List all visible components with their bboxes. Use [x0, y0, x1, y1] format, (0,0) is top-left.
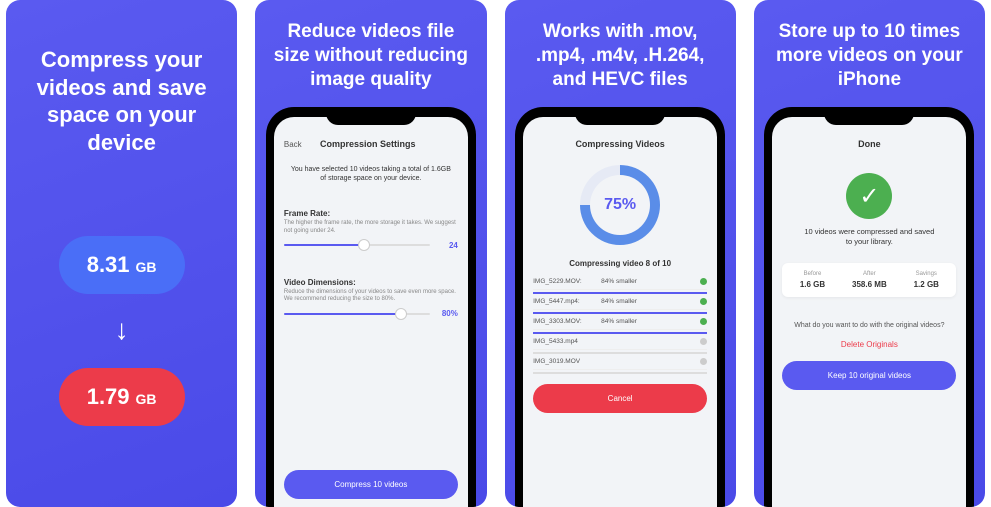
row-filename: IMG_3019.MOV [533, 358, 597, 365]
cancel-button[interactable]: Cancel [533, 384, 707, 413]
progress-ring-wrap: 75% [533, 165, 707, 245]
compression-row: IMG_3019.MOV [533, 354, 707, 370]
compression-row: IMG_5433.mp4 [533, 334, 707, 350]
headline-3: Works with .mov, .mp4, .m4v, .H.264, and… [505, 0, 736, 101]
phone-screen-4: Done ✓ 10 videos were compressed and sav… [772, 117, 966, 507]
prompt-text: What do you want to do with the original… [782, 321, 956, 330]
phone-notch [824, 107, 914, 125]
navbar: Done [782, 139, 956, 149]
phone-notch [575, 107, 665, 125]
progress-ring: 75% [580, 165, 660, 245]
headline-2: Reduce videos file size without reducing… [255, 0, 486, 101]
intro-text: You have selected 10 videos taking a tot… [284, 159, 458, 195]
phone-mockup-2: Back Compression Settings You have selec… [266, 107, 476, 507]
stat-after-label: After [852, 271, 887, 277]
dimensions-value: 80% [436, 309, 458, 318]
dimensions-hint: Reduce the dimensions of your videos to … [284, 289, 458, 303]
size-after-pill: 1.79 GB [59, 368, 185, 426]
phone-screen-2: Back Compression Settings You have selec… [274, 117, 468, 507]
promo-panel-2: Reduce videos file size without reducing… [255, 0, 486, 507]
phone-notch [326, 107, 416, 125]
framerate-label: Frame Rate: [284, 209, 458, 218]
row-progress-bar [533, 372, 707, 374]
size-after-value: 1.79 [87, 384, 130, 410]
stat-savings: Savings 1.2 GB [914, 271, 939, 289]
check-icon [700, 318, 707, 325]
stat-after-value: 358.6 MB [852, 280, 887, 289]
row-filename: IMG_3303.MOV: [533, 318, 597, 325]
framerate-slider[interactable] [284, 244, 430, 246]
size-after-unit: GB [136, 391, 157, 407]
stats-card: Before 1.6 GB After 358.6 MB Savings 1.2… [782, 263, 956, 297]
headline-1: Compress your videos and save space on y… [6, 0, 237, 166]
pending-icon [700, 338, 707, 345]
promo-panel-1: Compress your videos and save space on y… [6, 0, 237, 507]
nav-title: Compressing Videos [557, 139, 683, 149]
arrow-down-icon: ↓ [115, 314, 129, 346]
delete-originals-link[interactable]: Delete Originals [782, 340, 956, 349]
size-before-unit: GB [136, 259, 157, 275]
compress-button[interactable]: Compress 10 videos [284, 470, 458, 499]
stat-after: After 358.6 MB [852, 271, 887, 289]
dimensions-slider[interactable] [284, 313, 430, 315]
row-filename: IMG_5229.MOV: [533, 278, 597, 285]
dimensions-label: Video Dimensions: [284, 278, 458, 287]
check-icon [700, 298, 707, 305]
row-filename: IMG_5433.mp4 [533, 338, 597, 345]
compression-row: IMG_3303.MOV: 84% smaller [533, 314, 707, 330]
framerate-value: 24 [436, 241, 458, 250]
row-stat: 84% smaller [601, 298, 696, 305]
phone-mockup-4: Done ✓ 10 videos were compressed and sav… [764, 107, 974, 507]
nav-title: Compression Settings [302, 139, 434, 149]
size-before-pill: 8.31 GB [59, 236, 185, 294]
back-button[interactable]: Back [284, 140, 302, 149]
phone-screen-3: Compressing Videos 75% Compressing video… [523, 117, 717, 507]
phone-mockup-3: Compressing Videos 75% Compressing video… [515, 107, 725, 507]
checkmark-icon: ✓ [846, 173, 892, 219]
row-stat: 84% smaller [601, 318, 696, 325]
compression-row: IMG_5447.mp4: 84% smaller [533, 294, 707, 310]
promo-panel-4: Store up to 10 times more videos on your… [754, 0, 985, 507]
stat-before-value: 1.6 GB [800, 280, 825, 289]
row-stat: 84% smaller [601, 278, 696, 285]
stat-before: Before 1.6 GB [800, 271, 825, 289]
dimensions-slider-row: 80% [284, 309, 458, 318]
nav-title: Done [806, 139, 932, 149]
row-filename: IMG_5447.mp4: [533, 298, 597, 305]
framerate-hint: The higher the frame rate, the more stor… [284, 220, 458, 234]
promo-panel-3: Works with .mov, .mp4, .m4v, .H.264, and… [505, 0, 736, 507]
progress-sub-label: Compressing video 8 of 10 [533, 259, 707, 268]
progress-percent: 75% [590, 175, 650, 235]
check-icon [700, 278, 707, 285]
stat-savings-label: Savings [914, 271, 939, 277]
pending-icon [700, 358, 707, 365]
done-text: 10 videos were compressed and saved to y… [782, 227, 956, 255]
compression-row: IMG_5229.MOV: 84% smaller [533, 274, 707, 290]
stat-before-label: Before [800, 271, 825, 277]
navbar: Compressing Videos [533, 139, 707, 149]
navbar: Back Compression Settings [284, 139, 458, 149]
headline-4: Store up to 10 times more videos on your… [754, 0, 985, 101]
framerate-slider-row: 24 [284, 241, 458, 250]
size-before-value: 8.31 [87, 252, 130, 278]
keep-originals-button[interactable]: Keep 10 original videos [782, 361, 956, 390]
stat-savings-value: 1.2 GB [914, 280, 939, 289]
